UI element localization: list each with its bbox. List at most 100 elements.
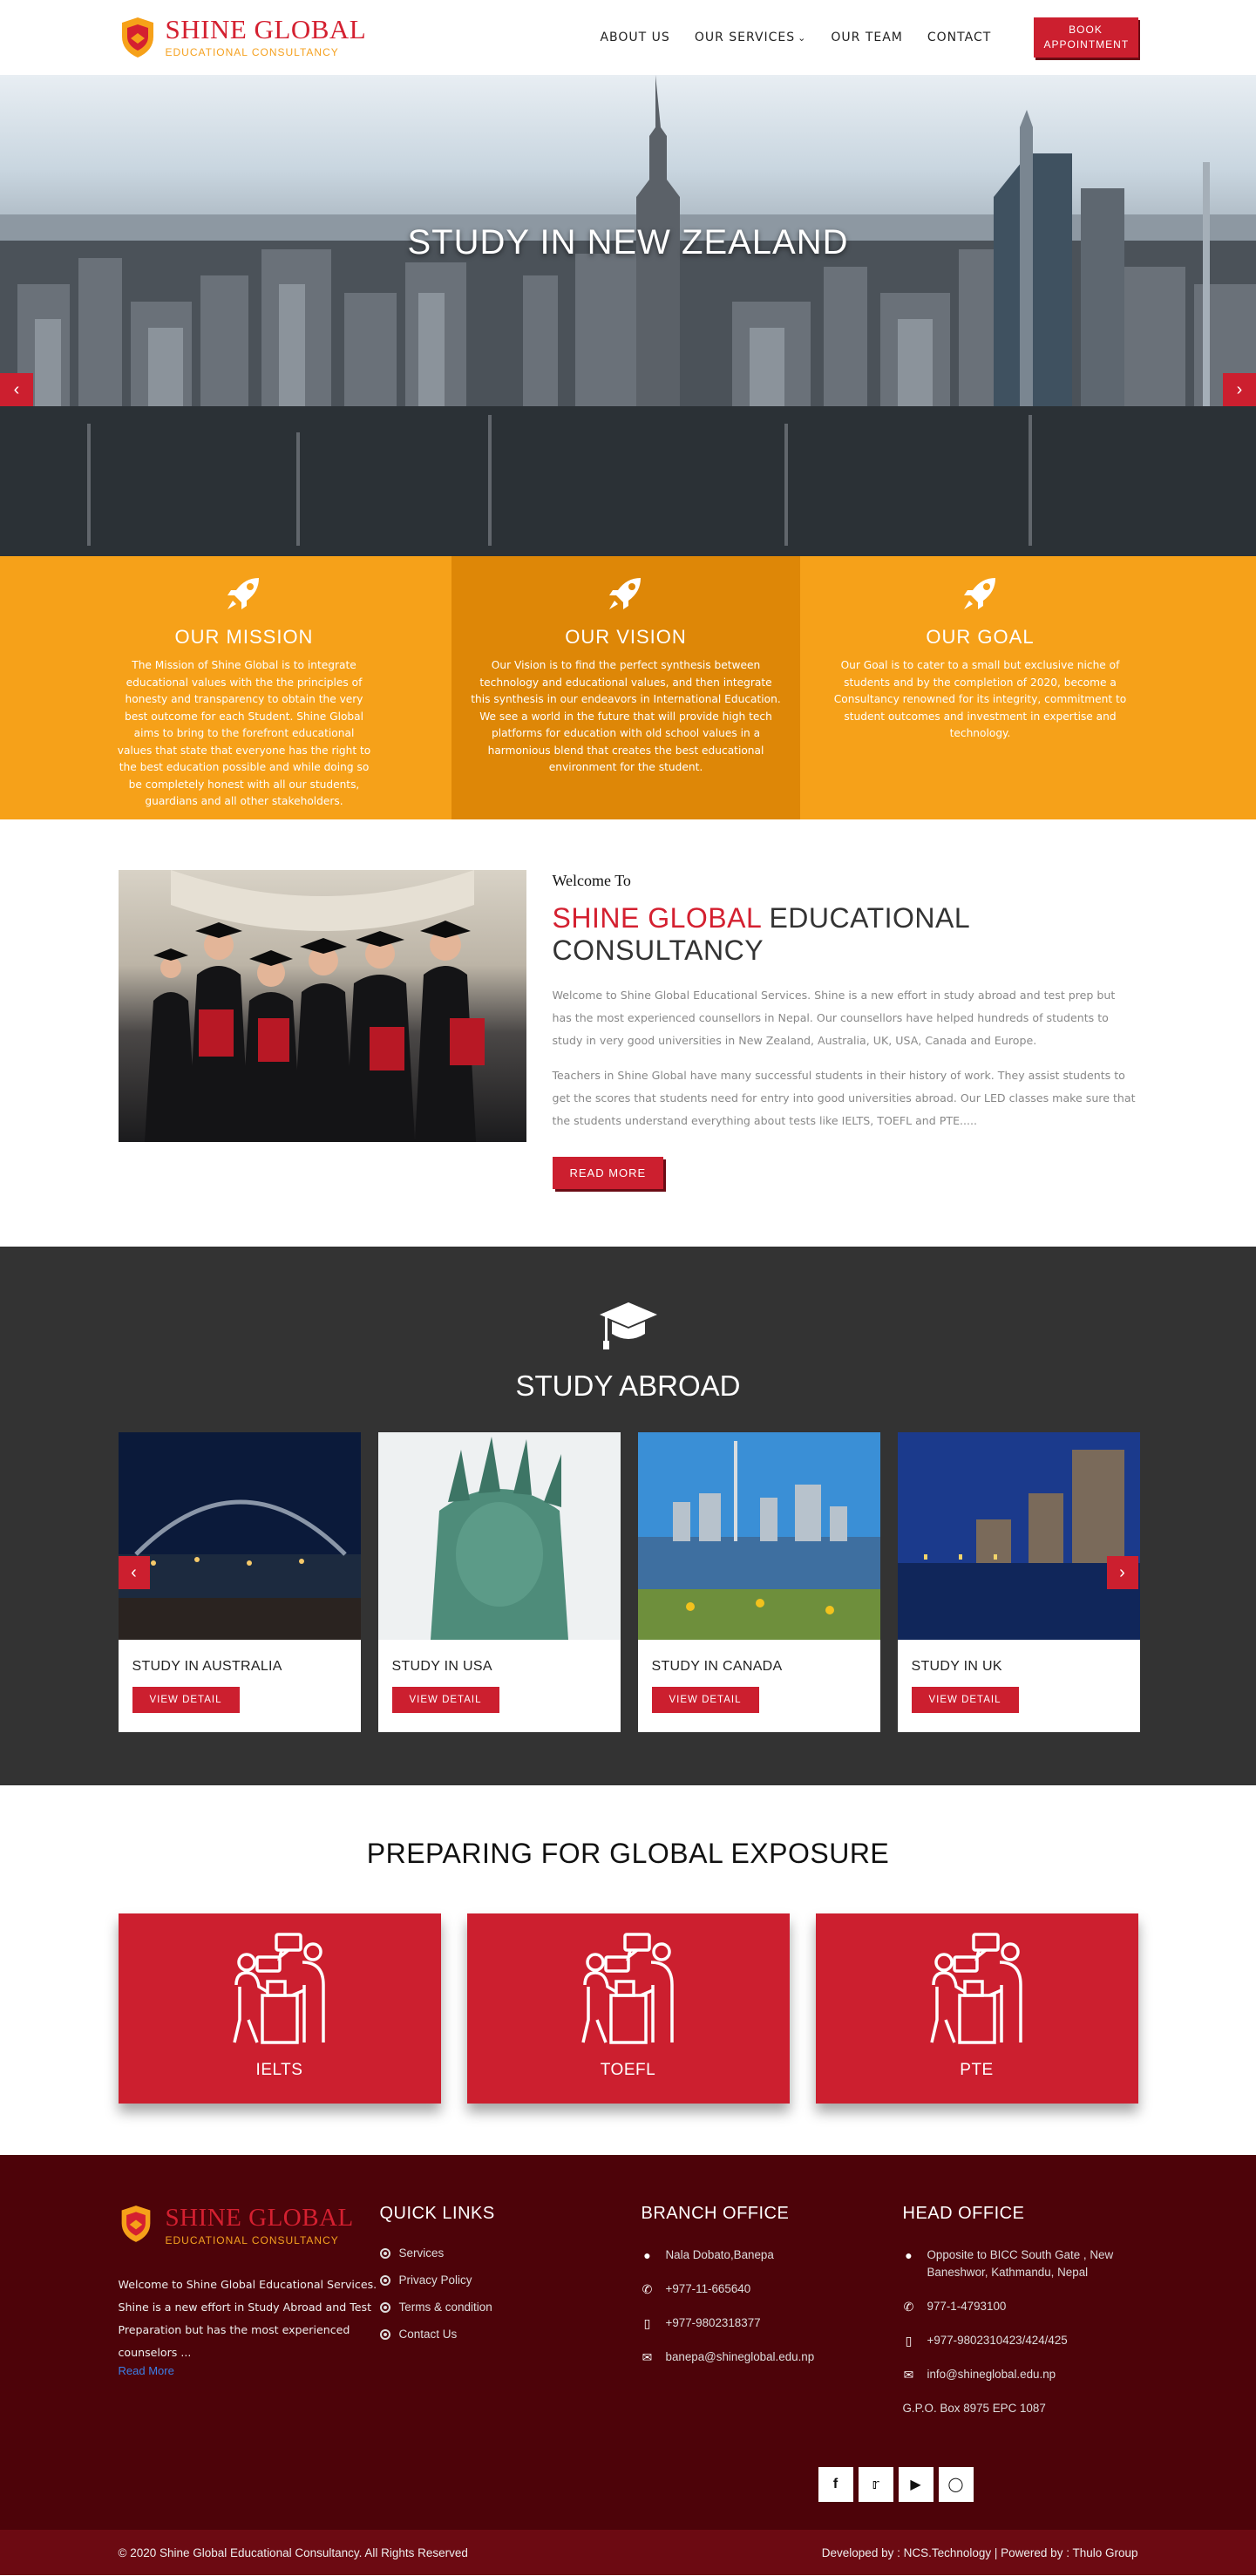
test-box-ielts[interactable]: IELTS: [118, 1913, 441, 2104]
vision-title: OUR VISION: [565, 626, 687, 648]
country-card[interactable]: STUDY IN CANADA VIEW DETAIL: [637, 1432, 880, 1732]
chevron-right-icon: ›: [1119, 1562, 1125, 1582]
copyright-text: © 2020 Shine Global Educational Consulta…: [118, 2545, 468, 2559]
facebook-icon[interactable]: f: [818, 2467, 853, 2502]
sydney-harbour-photo: [118, 1432, 361, 1640]
view-detail-button[interactable]: VIEW DETAIL: [391, 1687, 499, 1713]
test-box-pte[interactable]: PTE: [815, 1913, 1138, 2104]
country-card-title: STUDY IN AUSTRALIA: [132, 1659, 282, 1674]
test-box-toefl[interactable]: TOEFL: [466, 1913, 790, 2104]
footer-brand-tagline: EDUCATIONAL CONSULTANCY: [165, 2234, 339, 2246]
twitter-icon[interactable]: 𝕣: [858, 2467, 893, 2502]
brand-tagline: EDUCATIONAL CONSULTANCY: [165, 46, 339, 58]
view-detail-button[interactable]: VIEW DETAIL: [132, 1687, 240, 1713]
footer-about-text: Welcome to Shine Global Educational Serv…: [118, 2278, 377, 2359]
credits-text[interactable]: Developed by : NCS.Technology | Powered …: [822, 2546, 1138, 2559]
view-detail-button[interactable]: VIEW DETAIL: [651, 1687, 759, 1713]
goal-text: Our Goal is to cater to a small but excl…: [833, 659, 1127, 739]
uk-waterfront-photo: [897, 1432, 1140, 1640]
hero-prev-arrow[interactable]: ‹: [0, 373, 33, 406]
welcome-kicker: Welcome To: [552, 872, 631, 889]
social-links: f 𝕣 ▶ ◯: [818, 2467, 974, 2502]
footer-logo[interactable]: SHINE GLOBAL EDUCATIONAL CONSULTANCY: [119, 2204, 380, 2247]
brand-logo[interactable]: SHINE GLOBAL EDUCATIONAL CONSULTANCY: [119, 16, 367, 59]
welcome-heading-brand: SHINE GLOBAL: [552, 902, 762, 934]
chevron-right-icon: ›: [1236, 379, 1243, 399]
branch-email[interactable]: banepa@shineglobal.edu.np: [666, 2348, 815, 2366]
quick-link-label: Privacy Policy: [398, 2274, 472, 2287]
nav-our-team[interactable]: OUR TEAM: [831, 31, 903, 44]
head-email[interactable]: info@shineglobal.edu.np: [927, 2366, 1056, 2383]
mission-column: OUR MISSION The Mission of Shine Global …: [0, 556, 451, 819]
head-pobox: G.P.O. Box 8975 EPC 1087: [902, 2402, 1046, 2415]
rocket-icon: [115, 568, 373, 617]
chevron-left-icon: ‹: [131, 1562, 137, 1582]
mobile-icon: ▯: [643, 2316, 651, 2330]
mission-section: OUR MISSION The Mission of Shine Global …: [0, 556, 1256, 819]
quick-link-label: Services: [398, 2246, 445, 2260]
branch-phone[interactable]: +977-11-665640: [666, 2280, 751, 2298]
nav-contact[interactable]: CONTACT: [927, 31, 991, 44]
mission-text: The Mission of Shine Global is to integr…: [117, 659, 371, 807]
footer-bottom-bar: © 2020 Shine Global Educational Consulta…: [0, 2530, 1256, 2575]
statue-of-liberty-photo: [377, 1432, 621, 1640]
country-card[interactable]: STUDY IN UK VIEW DETAIL: [897, 1432, 1140, 1732]
footer-brand-name: SHINE GLOBAL: [165, 2204, 354, 2232]
view-detail-button[interactable]: VIEW DETAIL: [911, 1687, 1019, 1713]
test-prep-title: PREPARING FOR GLOBAL EXPOSURE: [366, 1838, 890, 1869]
welcome-section: Welcome To SHINE GLOBAL EDUCATIONAL CONS…: [0, 819, 1256, 1247]
test-box-label: IELTS: [255, 2061, 303, 2079]
head-address: Opposite to BICC South Gate , New Banesh…: [927, 2248, 1114, 2279]
read-more-button[interactable]: READ MORE: [552, 1157, 664, 1189]
country-carousel: STUDY IN AUSTRALIA VIEW DETAIL STUDY IN …: [118, 1432, 1140, 1732]
envelope-icon: ✉: [903, 2368, 914, 2382]
country-card[interactable]: STUDY IN AUSTRALIA VIEW DETAIL: [118, 1432, 361, 1732]
phone-icon: ✆: [903, 2300, 914, 2314]
site-header: SHINE GLOBAL EDUCATIONAL CONSULTANCY ABO…: [0, 0, 1256, 75]
quick-link-contact[interactable]: Contact Us: [379, 2328, 642, 2341]
branch-office: BRANCH OFFICE ● Nala Dobato,Banepa ✆ +977-…: [642, 2204, 903, 2434]
quick-link-label: Terms & condition: [398, 2301, 492, 2314]
map-marker-icon: ●: [643, 2248, 651, 2262]
quick-link-terms[interactable]: Terms & condition: [379, 2301, 642, 2314]
hero-next-arrow[interactable]: ›: [1223, 373, 1256, 406]
goal-column: OUR GOAL Our Goal is to cater to a small…: [800, 556, 1256, 819]
head-phone[interactable]: 977-1-4793100: [927, 2298, 1007, 2315]
youtube-icon[interactable]: ▶: [898, 2467, 934, 2502]
nav-our-services-label: OUR SERVICES: [694, 31, 796, 44]
nav-about-us[interactable]: ABOUT US: [600, 31, 669, 44]
head-office-title: HEAD OFFICE: [902, 2204, 1025, 2223]
phone-icon: ✆: [642, 2282, 653, 2296]
shield-logo-icon: [119, 16, 157, 59]
toronto-skyline-photo: [637, 1432, 880, 1640]
test-prep-section: PREPARING FOR GLOBAL EXPOSURE IELTS TOEF…: [0, 1785, 1256, 2155]
circle-dot-icon: [379, 2274, 390, 2286]
branch-office-title: BRANCH OFFICE: [641, 2204, 790, 2223]
consultation-icon: [929, 1933, 1022, 2044]
site-footer: SHINE GLOBAL EDUCATIONAL CONSULTANCY Wel…: [0, 2155, 1256, 2530]
study-abroad-section: STUDY ABROAD STUDY IN AUSTRALIA VIEW DET…: [0, 1247, 1256, 1785]
footer-read-more-link[interactable]: Read More: [119, 2364, 380, 2377]
shield-logo-icon: [119, 2204, 157, 2247]
carousel-prev-arrow[interactable]: ‹: [118, 1556, 150, 1589]
vision-column: OUR VISION Our Vision is to find the per…: [451, 556, 800, 819]
consultation-icon: [232, 1933, 325, 2044]
book-appointment-button[interactable]: BOOK APPOINTMENT: [1033, 17, 1138, 58]
head-mobile[interactable]: +977-9802310423/424/425: [927, 2332, 1068, 2349]
quick-link-privacy[interactable]: Privacy Policy: [379, 2274, 642, 2287]
welcome-paragraph-2: Teachers in Shine Global have many succe…: [552, 1069, 1136, 1127]
mission-title: OUR MISSION: [174, 626, 314, 648]
carousel-next-arrow[interactable]: ›: [1106, 1556, 1138, 1589]
goal-title: OUR GOAL: [926, 626, 1035, 648]
country-card[interactable]: STUDY IN USA VIEW DETAIL: [377, 1432, 621, 1732]
test-box-label: TOEFL: [600, 2061, 656, 2079]
circle-dot-icon: [379, 2247, 390, 2259]
branch-mobile[interactable]: +977-9802318377: [666, 2314, 761, 2332]
nav-our-services[interactable]: OUR SERVICES ⌄: [695, 31, 807, 44]
quick-link-services[interactable]: Services: [379, 2246, 642, 2260]
quick-link-label: Contact Us: [398, 2328, 458, 2341]
chevron-down-icon: ⌄: [798, 32, 807, 44]
instagram-icon[interactable]: ◯: [938, 2467, 974, 2502]
vision-text: Our Vision is to find the perfect synthe…: [471, 659, 781, 773]
quick-links-title: QUICK LINKS: [379, 2204, 495, 2223]
